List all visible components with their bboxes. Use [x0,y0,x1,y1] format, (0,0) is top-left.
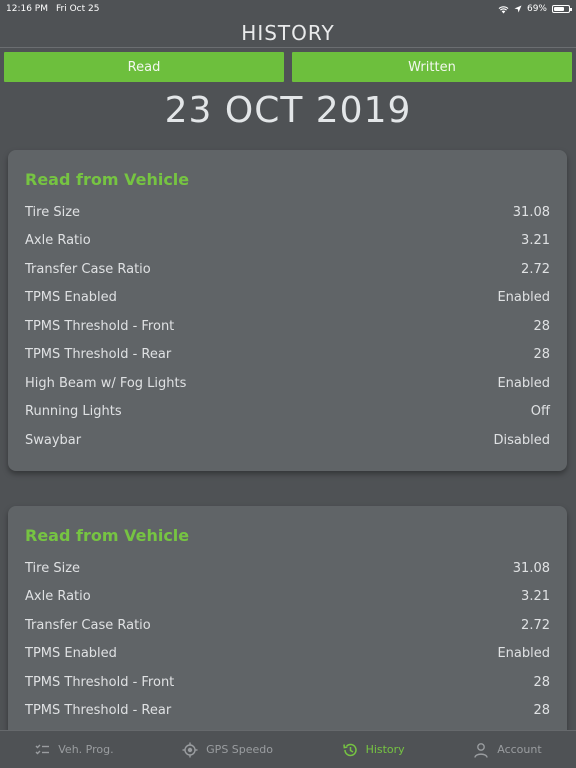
list-item: Running Lights Off [25,398,550,427]
list-item: TPMS Threshold - Rear 28 [25,341,550,370]
row-label: TPMS Enabled [25,646,117,662]
row-label: TPMS Threshold - Rear [25,703,172,719]
row-label: Transfer Case Ratio [25,617,151,633]
account-icon [474,742,488,758]
row-label: Axle Ratio [25,589,91,605]
list-item: TPMS Enabled Enabled [25,284,550,313]
row-label: TPMS Enabled [25,290,117,306]
history-card: Read from Vehicle Tire Size 31.08 Axle R… [8,506,567,746]
list-item: Axle Ratio 3.21 [25,227,550,256]
battery-icon [552,5,572,13]
history-icon [342,743,357,756]
row-value: Off [530,404,550,420]
list-item: TPMS Threshold - Rear 28 [25,697,550,726]
nav-label: Account [497,743,542,756]
nav-veh-prog[interactable]: Veh. Prog. [34,742,114,758]
nav-history[interactable]: History [342,742,405,758]
tab-written[interactable]: Written [292,52,572,82]
row-value: 31.08 [512,204,550,220]
checklist-icon [35,744,50,754]
row-label: TPMS Threshold - Rear [25,347,172,363]
status-right: 69% [498,4,572,14]
status-date: Fri Oct 25 [56,4,100,14]
row-label: Tire Size [25,204,81,220]
date-heading: 23 OCT 2019 [164,90,412,131]
row-value: Enabled [497,646,550,662]
nav-label: Veh. Prog. [58,743,114,756]
row-value: Enabled [497,375,550,391]
row-value: 28 [533,347,550,363]
status-left: 12:16 PM Fri Oct 25 [6,4,99,14]
nav-gps-speedo[interactable]: GPS Speedo [182,742,273,758]
row-label: Running Lights [25,404,122,420]
row-value: Disabled [493,432,550,448]
battery-percent: 69% [526,4,547,14]
row-label: High Beam w/ Fog Lights [25,375,187,391]
row-value: 31.08 [512,560,550,576]
row-label: Swaybar [25,432,82,448]
status-bar: 12:16 PM Fri Oct 25 69% [0,0,576,18]
row-value: 28 [533,703,550,719]
row-value: 2.72 [521,261,550,277]
location-arrow-icon [514,5,522,13]
list-item: TPMS Enabled Enabled [25,640,550,669]
page-title: HISTORY [241,21,335,45]
row-value: 3.21 [521,589,550,605]
row-value: 28 [533,674,550,690]
nav-label: GPS Speedo [206,743,274,756]
nav-account[interactable]: Account [473,742,542,758]
row-value: 3.21 [521,233,550,249]
list-item: Transfer Case Ratio 2.72 [25,255,550,284]
wifi-icon [498,5,509,13]
list-item: High Beam w/ Fog Lights Enabled [25,369,550,398]
battery-fill [554,7,564,11]
card-title: Read from Vehicle [25,170,190,189]
row-label: TPMS Threshold - Front [25,674,175,690]
row-label: Tire Size [25,560,81,576]
card-title: Read from Vehicle [25,526,190,545]
row-value: 28 [533,318,550,334]
tab-read[interactable]: Read [4,52,284,82]
nav-label: History [365,743,405,756]
list-item: Tire Size 31.08 [25,554,550,583]
gps-target-icon [182,742,198,757]
row-label: Axle Ratio [25,233,91,249]
list-item: Axle Ratio 3.21 [25,583,550,612]
header-divider [0,47,576,48]
history-card: Read from Vehicle Tire Size 31.08 Axle R… [8,150,567,471]
list-item: Transfer Case Ratio 2.72 [25,611,550,640]
row-value: Enabled [497,290,550,306]
list-item: TPMS Threshold - Front 28 [25,312,550,341]
segment-tabs: Read Written [4,52,572,82]
list-item: Swaybar Disabled [25,426,550,455]
row-label: Transfer Case Ratio [25,261,151,277]
list-item: TPMS Threshold - Front 28 [25,668,550,697]
list-item: Tire Size 31.08 [25,198,550,227]
row-value: 2.72 [521,617,550,633]
status-time: 12:16 PM [6,4,48,14]
row-label: TPMS Threshold - Front [25,318,175,334]
bottom-tab-bar: Veh. Prog. GPS Speedo History Account [0,730,576,768]
